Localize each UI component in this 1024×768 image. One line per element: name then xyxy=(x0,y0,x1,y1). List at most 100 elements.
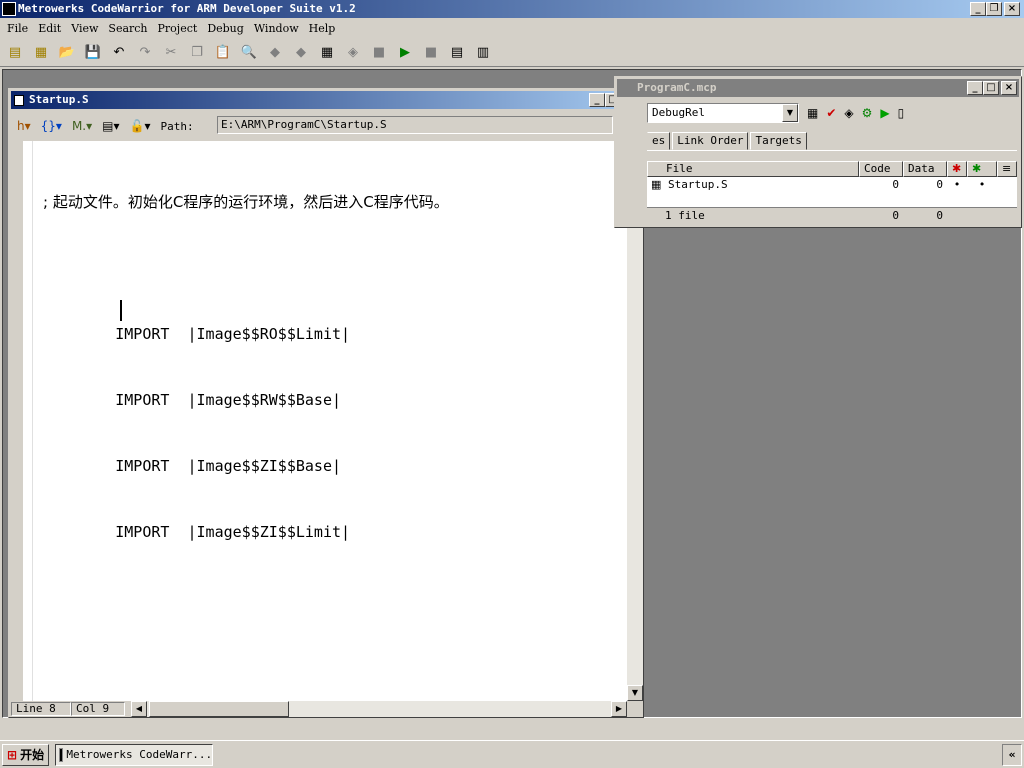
target-value: DebugRel xyxy=(652,106,705,119)
file-name: Startup.S xyxy=(668,178,728,191)
markers-icon[interactable]: M.▾ xyxy=(72,119,92,133)
project-toolbar: DebugRel ▼ ▦ ✔ ◈ ⚙ ▶ ▯ xyxy=(647,101,1017,125)
taskbar-item-label: Metrowerks CodeWarr... xyxy=(66,748,213,761)
scroll-down-arrow[interactable]: ▼ xyxy=(627,685,643,701)
menu-search[interactable]: Search xyxy=(103,22,152,35)
editor-minimize-button[interactable]: _ xyxy=(589,93,605,107)
function-list-icon[interactable]: {}▾ xyxy=(41,119,62,133)
props-icon[interactable]: ▥ xyxy=(472,42,494,64)
start-label: 开始 xyxy=(20,748,45,762)
taskbar-item-codewarrior[interactable]: Metrowerks CodeWarr... xyxy=(55,743,214,766)
project-close-button[interactable]: × xyxy=(1001,81,1017,95)
column-code[interactable]: Code xyxy=(859,161,903,177)
find-next-icon[interactable]: ◆ xyxy=(264,42,286,64)
code-cell: 0 xyxy=(892,178,899,191)
main-toolbar: ▤ ▦ 📂 💾 ↶ ↷ ✂ ❐ 📋 🔍 ◆ ◆ ▦ ◈ ■ ▶ ■ ▤ ▥ xyxy=(0,39,1024,67)
scroll-right-arrow[interactable]: ▶ xyxy=(611,701,627,717)
path-field: E:\ARM\ProgramC\Startup.S xyxy=(217,116,613,134)
windows-logo-icon: ⊞ xyxy=(7,747,18,762)
sort-icon[interactable]: ≡ xyxy=(997,161,1017,177)
path-label: Path: xyxy=(160,119,194,133)
menu-view[interactable]: View xyxy=(66,22,103,35)
project-file-table: File Code Data ✱ ✱ ≡ ▦ Startup.S 0 0 • •… xyxy=(647,161,1017,227)
menu-debug[interactable]: Debug xyxy=(202,22,249,35)
code-line-6: IMPORT |Image$$ZI$$Limit| xyxy=(43,523,351,541)
editor-horizontal-scrollbar[interactable]: ◀ ▶ xyxy=(131,701,627,717)
document-settings-icon[interactable]: ▤▾ xyxy=(102,119,119,133)
browser-icon[interactable]: ◈ xyxy=(342,42,364,64)
check-syntax-icon[interactable]: ✔ xyxy=(826,106,836,120)
tab-targets[interactable]: Targets xyxy=(750,132,807,150)
run-icon[interactable]: ▶ xyxy=(394,42,416,64)
editor-gutter xyxy=(23,141,33,701)
paste-icon[interactable]: 📋 xyxy=(212,42,234,64)
menu-file[interactable]: File xyxy=(2,22,33,35)
menu-project[interactable]: Project xyxy=(153,22,203,35)
make-icon[interactable]: ◈ xyxy=(844,106,853,120)
project-window-controls: _ □ × xyxy=(967,81,1017,95)
check-icon[interactable]: ■ xyxy=(368,42,390,64)
debug-column-icon[interactable]: ✱ xyxy=(947,161,967,177)
source-file-icon: ▦ xyxy=(651,178,662,191)
app-title: Metrowerks CodeWarrior for ARM Developer… xyxy=(18,2,356,15)
save-icon[interactable]: 💾 xyxy=(82,42,104,64)
menu-help[interactable]: Help xyxy=(304,22,341,35)
lock-icon[interactable]: 🔓▾ xyxy=(130,119,151,133)
editor-toolbar: h▾ {}▾ M.▾ ▤▾ 🔓▾ Path: E:\ARM\ProgramC\S… xyxy=(11,113,641,139)
find-icon[interactable]: 🔍 xyxy=(238,42,260,64)
debug-icon[interactable]: ⚙ xyxy=(862,106,873,120)
tray-expand-button[interactable]: « xyxy=(1002,744,1022,766)
menu-edit[interactable]: Edit xyxy=(33,22,66,35)
table-footer: 1 file 0 0 xyxy=(647,207,1017,223)
new-file-icon[interactable]: ▦ xyxy=(30,42,52,64)
editor-status-bar: Line 8 Col 9 ◀ ▶ xyxy=(11,701,627,717)
document-icon xyxy=(14,95,24,106)
table-row[interactable]: ▦ Startup.S 0 0 • • xyxy=(647,177,1017,207)
text-caret xyxy=(120,300,122,321)
cut-icon[interactable]: ✂ xyxy=(160,42,182,64)
page-icon[interactable]: ▤ xyxy=(446,42,468,64)
start-button[interactable]: ⊞ 开始 xyxy=(2,743,50,766)
target-settings-icon[interactable]: ▦ xyxy=(807,106,818,120)
scroll-left-arrow[interactable]: ◀ xyxy=(131,701,147,717)
horizontal-scroll-thumb[interactable] xyxy=(149,701,289,717)
target-column-icon[interactable]: ✱ xyxy=(967,161,997,177)
table-header: File Code Data ✱ ✱ ≡ xyxy=(647,161,1017,177)
total-code: 0 xyxy=(892,209,899,222)
chevron-down-icon[interactable]: ▼ xyxy=(782,104,798,122)
new-project-icon[interactable]: ▤ xyxy=(4,42,26,64)
debug-flag[interactable]: • xyxy=(947,177,967,207)
menu-window[interactable]: Window xyxy=(249,22,304,35)
minimize-button[interactable]: _ xyxy=(970,2,986,16)
editor-title: Startup.S xyxy=(29,93,89,106)
redo-icon[interactable]: ↷ xyxy=(134,42,156,64)
close-button[interactable]: × xyxy=(1004,2,1020,16)
make-icon[interactable]: ▦ xyxy=(316,42,338,64)
code-editor[interactable]: ; 起动文件。初始化C程序的运行环境，然后进入C程序代码。 ​ IMPORT |… xyxy=(23,141,627,701)
column-file[interactable]: File xyxy=(647,161,859,177)
open-icon[interactable]: 📂 xyxy=(56,42,78,64)
project-maximize-button[interactable]: □ xyxy=(983,81,999,95)
target-flag[interactable]: • xyxy=(967,177,997,207)
stop-icon[interactable]: ■ xyxy=(420,42,442,64)
target-select[interactable]: DebugRel ▼ xyxy=(647,103,799,123)
run-icon[interactable]: ▶ xyxy=(880,106,889,120)
project-minimize-button[interactable]: _ xyxy=(967,81,983,95)
code-line-5: IMPORT |Image$$ZI$$Base| xyxy=(43,457,342,475)
restore-button[interactable]: ❐ xyxy=(986,2,1002,16)
tab-files[interactable]: es xyxy=(647,132,671,150)
header-files-icon[interactable]: h▾ xyxy=(17,119,31,133)
code-text[interactable]: ; 起动文件。初始化C程序的运行环境，然后进入C程序代码。 ​ IMPORT |… xyxy=(43,147,449,587)
column-data[interactable]: Data xyxy=(903,161,947,177)
data-cell: 0 xyxy=(936,178,943,191)
undo-icon[interactable]: ↶ xyxy=(108,42,130,64)
project-inspector-icon[interactable]: ▯ xyxy=(898,106,905,120)
compile-icon[interactable]: ◆ xyxy=(290,42,312,64)
file-count: 1 file xyxy=(665,209,705,222)
project-titlebar[interactable]: ProgramC.mcp _ □ × xyxy=(617,79,1019,97)
editor-titlebar[interactable]: Startup.S _ □ × xyxy=(11,91,641,109)
copy-icon[interactable]: ❐ xyxy=(186,42,208,64)
tab-link-order[interactable]: Link Order xyxy=(672,132,749,150)
editor-window: Startup.S _ □ × h▾ {}▾ M.▾ ▤▾ 🔓▾ Path: E… xyxy=(8,88,644,718)
taskbar: ⊞ 开始 Metrowerks CodeWarr... « xyxy=(0,740,1024,768)
